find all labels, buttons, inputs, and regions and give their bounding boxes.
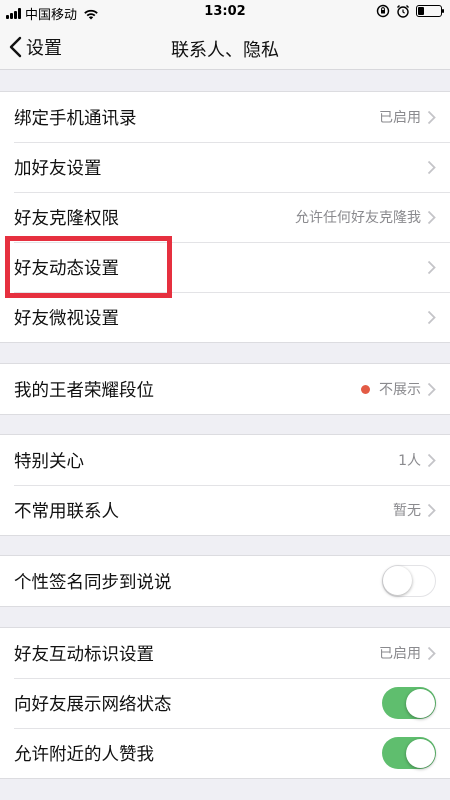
row-friend-clone-permission[interactable]: 好友克隆权限 允许任何好友克隆我 bbox=[0, 192, 450, 242]
row-label: 个性签名同步到说说 bbox=[14, 572, 172, 593]
row-value: 已启用 bbox=[379, 646, 421, 662]
row-label: 加好友设置 bbox=[14, 158, 102, 179]
show-network-status-toggle[interactable] bbox=[382, 687, 436, 719]
chevron-right-icon bbox=[427, 382, 436, 396]
chevron-right-icon bbox=[427, 646, 436, 660]
toggle-knob bbox=[405, 738, 435, 768]
row-show-network-status: 向好友展示网络状态 bbox=[0, 678, 450, 728]
chevron-right-icon bbox=[427, 260, 436, 274]
row-value: 允许任何好友克隆我 bbox=[295, 210, 421, 226]
chevron-right-icon bbox=[427, 160, 436, 174]
chevron-right-icon bbox=[427, 453, 436, 467]
row-allow-nearby-likes: 允许附近的人赞我 bbox=[0, 728, 450, 778]
row-label: 绑定手机通讯录 bbox=[14, 108, 137, 129]
chevron-right-icon bbox=[427, 110, 436, 124]
battery-icon bbox=[416, 5, 444, 17]
battery-level bbox=[418, 7, 424, 15]
toggle-knob bbox=[405, 688, 435, 718]
settings-group-contacts: 绑定手机通讯录 已启用 加好友设置 好友克隆权限 允许任何好友克隆我 好友动态设… bbox=[0, 91, 450, 343]
chevron-right-icon bbox=[427, 210, 436, 224]
row-add-friend-settings[interactable]: 加好友设置 bbox=[0, 142, 450, 192]
status-bar: 中国移动 13:02 bbox=[0, 0, 450, 24]
allow-nearby-likes-toggle[interactable] bbox=[382, 737, 436, 769]
row-label: 好友微视设置 bbox=[14, 308, 119, 329]
row-value: 不展示 bbox=[379, 382, 421, 398]
row-infrequent-contacts[interactable]: 不常用联系人 暂无 bbox=[0, 485, 450, 535]
rotation-lock-icon bbox=[376, 4, 390, 18]
chevron-right-icon bbox=[427, 310, 436, 324]
row-honor-of-kings-rank[interactable]: 我的王者荣耀段位 不展示 bbox=[0, 364, 450, 414]
row-bind-phone-contacts[interactable]: 绑定手机通讯录 已启用 bbox=[0, 92, 450, 142]
row-label: 好友互动标识设置 bbox=[14, 644, 154, 665]
row-label: 特别关心 bbox=[14, 451, 84, 472]
status-dot bbox=[361, 384, 370, 394]
row-friend-weishi-settings[interactable]: 好友微视设置 bbox=[0, 292, 450, 342]
alarm-icon bbox=[397, 5, 409, 18]
sync-signature-toggle[interactable] bbox=[382, 565, 436, 597]
row-friend-feed-settings[interactable]: 好友动态设置 bbox=[0, 242, 450, 292]
chevron-right-icon bbox=[427, 503, 436, 517]
status-right bbox=[376, 4, 444, 18]
row-sync-signature: 个性签名同步到说说 bbox=[0, 556, 450, 606]
settings-group-special-contacts: 特别关心 1人 不常用联系人 暂无 bbox=[0, 434, 450, 536]
row-value: 1人 bbox=[398, 453, 421, 469]
settings-group-interaction: 好友互动标识设置 已启用 向好友展示网络状态 允许附近的人赞我 bbox=[0, 627, 450, 779]
row-label: 向好友展示网络状态 bbox=[14, 694, 172, 715]
toggle-knob bbox=[383, 566, 412, 595]
row-label: 允许附近的人赞我 bbox=[14, 744, 154, 765]
row-label: 好友克隆权限 bbox=[14, 208, 119, 229]
row-label: 不常用联系人 bbox=[14, 501, 119, 522]
settings-group-game-rank: 我的王者荣耀段位 不展示 bbox=[0, 363, 450, 415]
row-label: 好友动态设置 bbox=[14, 258, 119, 279]
row-value: 暂无 bbox=[393, 503, 421, 519]
row-label: 我的王者荣耀段位 bbox=[14, 380, 154, 401]
nav-bar: 设置 联系人、隐私 bbox=[0, 24, 450, 70]
row-special-care[interactable]: 特别关心 1人 bbox=[0, 435, 450, 485]
page-title: 联系人、隐私 bbox=[171, 40, 279, 61]
row-value: 已启用 bbox=[379, 110, 421, 126]
row-interaction-badge-settings[interactable]: 好友互动标识设置 已启用 bbox=[0, 628, 450, 678]
settings-group-signature: 个性签名同步到说说 bbox=[0, 555, 450, 607]
